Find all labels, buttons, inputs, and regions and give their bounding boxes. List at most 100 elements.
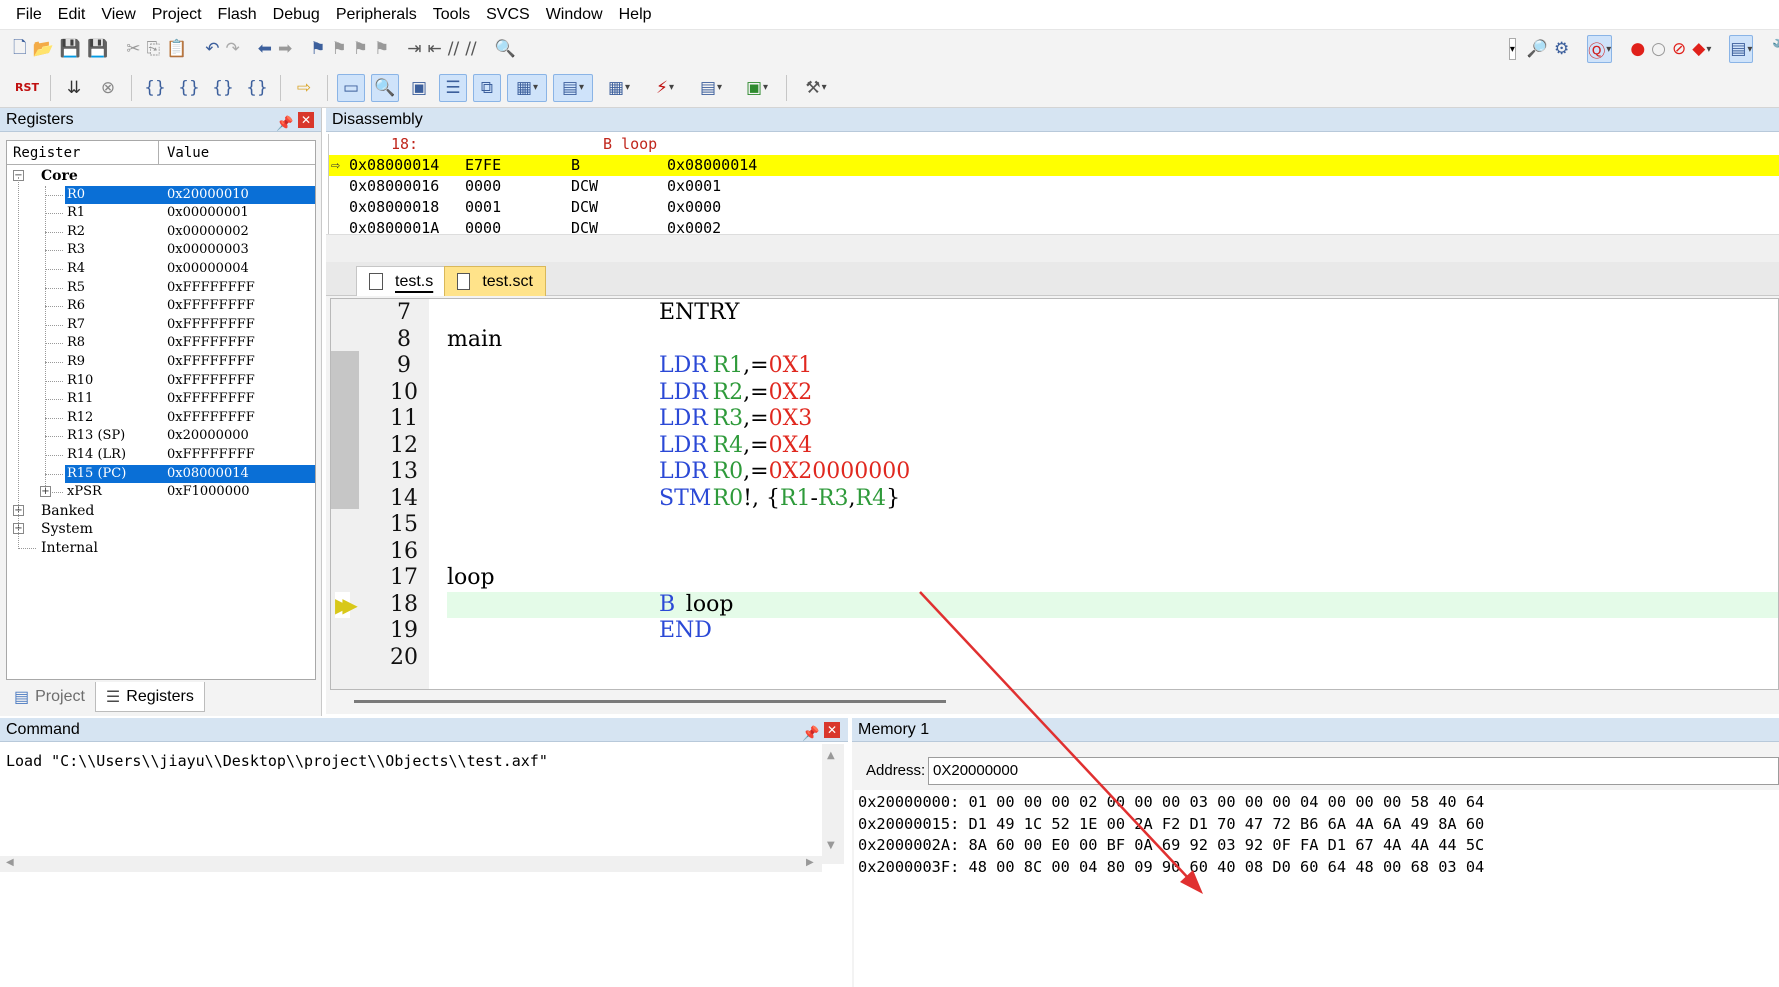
menu-tools[interactable]: Tools [425,0,478,30]
register-row[interactable]: R8 0xFFFFFFFF [7,334,315,353]
register-row[interactable]: R13 (SP) 0x20000000 [7,427,315,446]
indent-icon[interactable]: ⇥ [407,35,421,63]
scroll-right-icon[interactable]: ▶ [806,857,814,868]
register-group-system[interactable]: + System [7,520,315,539]
code-line[interactable]: 13 LDR R0,=0X20000000 [331,459,1778,486]
configure-icon[interactable]: ⚙ [1554,35,1569,63]
menu-window[interactable]: Window [538,0,611,30]
code-line[interactable]: 20 [331,645,1778,672]
breakpoint-enable-icon[interactable]: ○ [1651,35,1666,63]
memory-row[interactable]: 0x20000015: D1 49 1C 52 1E 00 2A F2 D1 7… [858,814,1484,836]
disassembly-line[interactable]: ⇨ 0x08000014 E7FE B 0x08000014 [329,155,1779,176]
scroll-left-icon[interactable]: ◀ [6,857,14,868]
menu-debug[interactable]: Debug [265,0,328,30]
open-file-icon[interactable]: 📂 [33,35,54,63]
menu-help[interactable]: Help [611,0,660,30]
watch-window-icon[interactable]: ▦ [507,73,547,102]
toolbox-icon[interactable]: ⚒ [796,74,836,102]
code-line[interactable]: 8 main [331,327,1778,354]
code-line[interactable]: 19 END [331,618,1778,645]
tab-test-sct[interactable]: test.sct [444,266,546,296]
disassembly-view[interactable]: 18: B loop ⇨ 0x08000014 E7FE B 0x08000014 0x080… [328,134,1779,244]
run-to-cursor-icon[interactable]: {} [243,74,271,102]
command-hscrollbar[interactable]: ◀ ▶ [0,856,822,872]
code-line[interactable]: 12 LDR R4,=0X4 [331,433,1778,460]
bookmark-clear-icon[interactable]: ⚑ [374,35,389,63]
stop-icon[interactable]: ⊗ [94,74,122,102]
breakpoint-kill-all-icon[interactable]: ◆ [1692,35,1711,63]
redo-icon[interactable]: ↷ [225,35,239,63]
register-row[interactable]: xPSR 0xF1000000 + [7,483,315,502]
register-row[interactable]: R14 (LR) 0xFFFFFFFF [7,446,315,465]
close-icon[interactable]: ✕ [824,722,840,738]
code-line[interactable]: 7 ENTRY [331,300,1778,327]
symbols-window-icon[interactable]: ▣ [405,74,433,102]
memory-row[interactable]: 0x2000002A: 8A 60 00 E0 00 BF 0A 69 92 0… [858,835,1484,857]
column-value[interactable]: Value [161,141,209,165]
register-row[interactable]: R4 0x00000004 [7,260,315,279]
find-icon[interactable]: 🔎 [1527,35,1548,63]
uncomment-icon[interactable]: // [465,35,476,63]
register-row[interactable]: R10 0xFFFFFFFF [7,372,315,391]
disassembly-line[interactable]: 0x08000016 0000 DCW 0x0001 [329,176,1779,197]
code-editor[interactable]: 7 ENTRY 8 main 9 LDR R1,=0X1 10 LDR R2,=0X2 11 LDR R… [330,298,1779,690]
step-into-icon[interactable]: {} [141,74,169,102]
register-row[interactable]: R11 0xFFFFFFFF [7,390,315,409]
target-select-dropdown[interactable]: ▾ [1508,38,1516,60]
menu-svcs[interactable]: SVCS [478,0,538,30]
reset-icon[interactable]: RST [13,74,41,102]
register-row[interactable]: R12 0xFFFFFFFF [7,409,315,428]
system-viewer-icon[interactable]: ▣ [737,74,777,102]
copy-icon[interactable]: ⎘ [146,35,160,63]
bookmark-icon[interactable]: ⚑ [310,35,325,63]
call-stack-window-icon[interactable]: ⧉ [473,73,501,102]
memory-row[interactable]: 0x20000000: 01 00 00 00 02 00 00 00 03 0… [858,792,1484,814]
memory-view[interactable]: 0x20000000: 01 00 00 00 02 00 00 00 03 0… [854,790,1779,987]
code-line[interactable]: 10 LDR R2,=0X2 [331,380,1778,407]
pin-icon[interactable]: 📌 [802,721,819,745]
code-line[interactable]: 9 LDR R1,=0X1 [331,353,1778,380]
trace-window-icon[interactable]: ▤ [691,74,731,102]
show-next-statement-icon[interactable]: ⇨ [290,74,318,102]
analysis-window-icon[interactable]: ⚡ [645,74,685,102]
code-line[interactable]: 14 STM R0!, {R1-R3,R4} [331,486,1778,513]
disassembly-line[interactable]: 0x08000018 0001 DCW 0x0000 [329,197,1779,218]
column-register[interactable]: Register [7,141,159,165]
new-file-icon[interactable]: 🗋 [13,35,27,63]
step-over-icon[interactable]: {} [175,74,203,102]
code-line[interactable]: 16 [331,539,1778,566]
command-vscrollbar[interactable]: ▲ ▼ [822,744,844,864]
menu-project[interactable]: Project [144,0,210,30]
editor-hscrollbar[interactable] [330,690,1779,712]
menu-flash[interactable]: Flash [210,0,265,30]
save-all-icon[interactable]: 💾 [87,35,108,63]
scroll-down-icon[interactable]: ▼ [827,840,835,851]
pin-icon[interactable]: 📌 [276,111,293,135]
address-input[interactable]: 0X20000000 [928,757,1779,785]
menu-edit[interactable]: Edit [50,0,94,30]
unindent-icon[interactable]: ⇤ [427,35,441,63]
tab-registers[interactable]: ☰ Registers [94,682,205,712]
disassembly-window-icon[interactable]: 🔍 [371,73,399,102]
register-row[interactable]: R3 0x00000003 [7,241,315,260]
code-line[interactable]: 11 LDR R3,=0X3 [331,406,1778,433]
register-group-core[interactable]: − Core [7,167,315,186]
registers-window-icon[interactable]: ☰ [439,73,467,102]
nav-back-icon[interactable]: ⬅ [258,35,272,63]
save-icon[interactable]: 💾 [60,35,81,63]
nav-forward-icon[interactable]: ➡ [278,35,292,63]
step-out-icon[interactable]: {} [209,74,237,102]
register-row[interactable]: R15 (PC) 0x08000014 [7,464,315,484]
register-row[interactable]: R1 0x00000001 [7,204,315,223]
tab-project[interactable]: ▤ Project [4,682,95,712]
scroll-thumb[interactable] [354,700,946,703]
register-group-banked[interactable]: + Banked [7,502,315,521]
code-line[interactable]: 17 loop [331,565,1778,592]
disassembly-hscrollbar[interactable] [326,234,1779,262]
undo-icon[interactable]: ↶ [205,35,219,63]
memory-window-icon[interactable]: ▤ [553,73,593,102]
bookmark-prev-icon[interactable]: ⚑ [331,35,346,63]
settings-wrench-icon[interactable]: 🔧 [1771,35,1779,63]
menu-view[interactable]: View [93,0,143,30]
find-in-files-icon[interactable]: 🔍 [495,35,516,63]
